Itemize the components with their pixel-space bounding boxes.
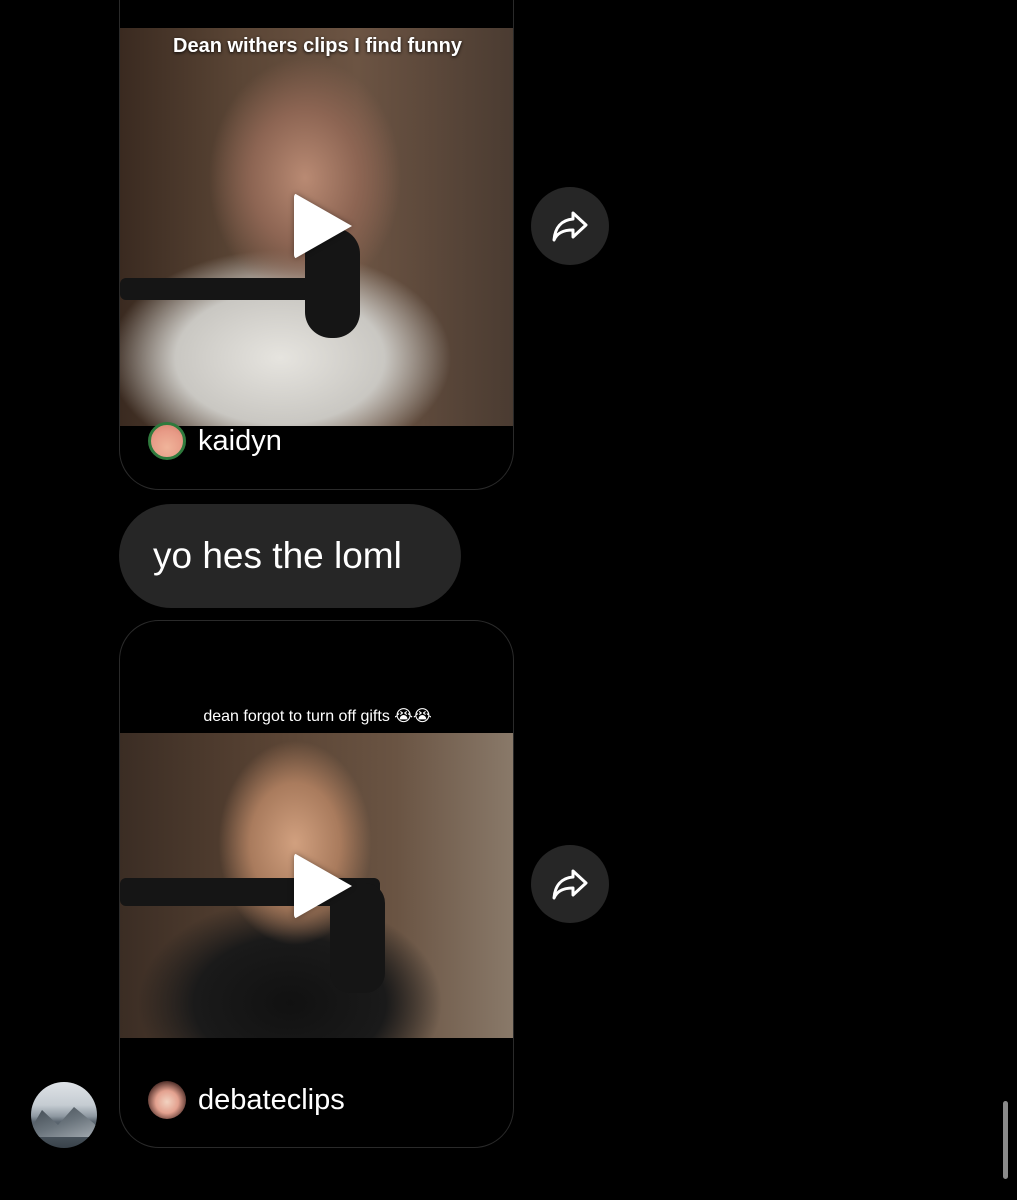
- author-avatar: [148, 1081, 186, 1119]
- author-name: debateclips: [198, 1083, 345, 1116]
- play-icon[interactable]: [294, 853, 352, 919]
- sender-avatar[interactable]: [31, 1082, 97, 1148]
- share-button[interactable]: [531, 187, 609, 265]
- shared-post-card[interactable]: dean forgot to turn off gifts 😭😭 debatec…: [119, 620, 514, 1148]
- author-avatar: [148, 422, 186, 460]
- share-button[interactable]: [531, 845, 609, 923]
- message-bubble[interactable]: yo hes the loml: [119, 504, 461, 608]
- post-author[interactable]: debateclips: [148, 1081, 345, 1119]
- message-text: yo hes the loml: [153, 535, 402, 576]
- video-caption: dean forgot to turn off gifts 😭😭: [203, 708, 432, 725]
- shared-post-card[interactable]: Dean withers clips I find funny kaidyn: [119, 0, 514, 490]
- video-caption: Dean withers clips I find funny: [173, 35, 462, 57]
- author-name: kaidyn: [198, 424, 282, 457]
- scrollbar[interactable]: [1003, 1101, 1008, 1179]
- post-author[interactable]: kaidyn: [148, 422, 282, 460]
- share-arrow-icon: [552, 869, 588, 900]
- share-arrow-icon: [552, 211, 588, 242]
- play-icon[interactable]: [294, 193, 352, 259]
